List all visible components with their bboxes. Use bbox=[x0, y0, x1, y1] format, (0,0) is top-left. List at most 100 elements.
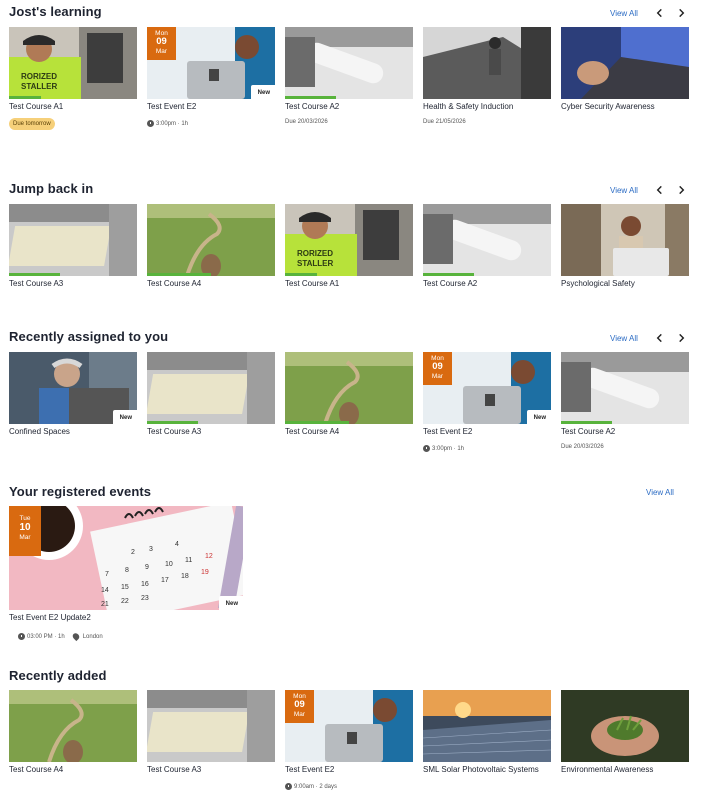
course-card[interactable]: New Confined Spaces bbox=[9, 352, 137, 436]
registered-event-card[interactable]: 234 7 8 9 10 11 12 14 15 16 17 18 19 21 22 23 Tue 10… bbox=[9, 506, 243, 642]
course-card[interactable]: Test Course A3 bbox=[147, 352, 275, 436]
section-title: Recently assigned to you bbox=[9, 329, 169, 344]
view-all-link[interactable]: View All bbox=[610, 9, 638, 18]
section-title: Jump back in bbox=[9, 181, 94, 196]
new-badge: New bbox=[526, 410, 551, 424]
due-badge: Due tomorrow bbox=[9, 118, 55, 130]
course-card[interactable]: Psychological Safety bbox=[561, 204, 689, 288]
course-card[interactable]: Test Course A2 bbox=[423, 204, 551, 288]
progress-bar bbox=[285, 421, 349, 424]
course-card[interactable]: SML Solar Photovoltaic Systems bbox=[423, 690, 551, 774]
card-title: Test Course A3 bbox=[9, 279, 64, 288]
event-time: 3:00pm · 1h bbox=[147, 120, 275, 127]
carousel-next-button[interactable] bbox=[674, 6, 688, 20]
course-thumbnail bbox=[561, 690, 689, 762]
svg-text:STALLER: STALLER bbox=[297, 259, 334, 268]
course-thumbnail bbox=[147, 204, 275, 276]
svg-text:8: 8 bbox=[125, 567, 129, 574]
card-title: Test Event E2 bbox=[423, 427, 473, 436]
section-title: Jost's learning bbox=[9, 4, 102, 19]
card-title: Test Event E2 Update2 bbox=[9, 613, 91, 622]
carousel-next-button[interactable] bbox=[674, 331, 688, 345]
svg-text:2: 2 bbox=[131, 549, 135, 556]
event-time-text: 3:00pm · 1h bbox=[432, 445, 465, 452]
card-title: Test Course A4 bbox=[147, 279, 202, 288]
date-chip: Mon 09 Mar bbox=[285, 690, 314, 723]
date-month: Mar bbox=[431, 372, 444, 380]
carousel-prev-button[interactable] bbox=[652, 6, 666, 20]
svg-text:RORIZED: RORIZED bbox=[297, 249, 333, 258]
new-badge: New bbox=[112, 410, 137, 424]
event-location: London bbox=[82, 633, 103, 640]
course-card[interactable]: Test Course A4 bbox=[9, 690, 137, 774]
course-thumbnail bbox=[9, 690, 137, 762]
progress-bar bbox=[285, 273, 317, 276]
progress-bar bbox=[285, 96, 336, 99]
date-chip: Mon 09 Mar bbox=[147, 27, 176, 60]
course-thumbnail bbox=[423, 204, 551, 276]
date-chip: Tue 10 Mar bbox=[9, 506, 41, 556]
progress-bar bbox=[9, 96, 41, 99]
course-thumbnail: RORIZED STALLER bbox=[285, 204, 413, 276]
new-badge: New bbox=[218, 596, 243, 610]
svg-text:3: 3 bbox=[149, 546, 153, 553]
svg-text:21: 21 bbox=[101, 601, 109, 608]
course-card[interactable]: Environmental Awareness bbox=[561, 690, 689, 774]
carousel-prev-button[interactable] bbox=[652, 183, 666, 197]
section-title: Your registered events bbox=[9, 484, 152, 499]
clock-icon bbox=[147, 120, 154, 127]
date-month: Mar bbox=[293, 710, 306, 718]
course-thumbnail bbox=[561, 352, 689, 424]
chevron-right-icon bbox=[678, 185, 684, 195]
svg-text:11: 11 bbox=[185, 557, 192, 564]
card-title: Test Event E2 bbox=[147, 102, 197, 111]
event-card[interactable]: Mon 09 Mar New Test Event E2 3:00pm · 1h bbox=[423, 352, 551, 452]
event-card[interactable]: Mon 09 Mar Test Event E2 9:00am · 2 days bbox=[285, 690, 413, 790]
course-thumbnail bbox=[285, 27, 413, 99]
card-title: Test Course A4 bbox=[9, 765, 64, 774]
event-thumbnail: Mon 09 Mar bbox=[285, 690, 413, 762]
svg-text:14: 14 bbox=[101, 587, 109, 594]
course-card[interactable]: Test Course A4 bbox=[147, 204, 275, 288]
chevron-right-icon bbox=[678, 333, 684, 343]
course-card[interactable]: Cyber Security Awareness bbox=[561, 27, 689, 111]
course-card[interactable]: Test Course A2 Due 20/03/2026 bbox=[561, 352, 689, 450]
view-all-link[interactable]: View All bbox=[610, 334, 638, 343]
card-title: Health & Safety Induction bbox=[423, 102, 514, 111]
svg-text:18: 18 bbox=[181, 573, 189, 580]
event-time-text: 9:00am · 2 days bbox=[294, 783, 338, 790]
card-title: Cyber Security Awareness bbox=[561, 102, 655, 111]
svg-text:STALLER: STALLER bbox=[21, 82, 58, 91]
svg-text:12: 12 bbox=[205, 553, 213, 560]
chevron-left-icon bbox=[656, 185, 662, 195]
chevron-right-icon bbox=[678, 8, 684, 18]
card-title: Psychological Safety bbox=[561, 279, 635, 288]
date-chip: Mon 09 Mar bbox=[423, 352, 452, 385]
course-thumbnail bbox=[561, 27, 689, 99]
view-all-link[interactable]: View All bbox=[610, 186, 638, 195]
card-title: Test Course A1 bbox=[9, 102, 64, 111]
course-card[interactable]: Test Course A3 bbox=[9, 204, 137, 288]
progress-bar bbox=[561, 421, 612, 424]
carousel-next-button[interactable] bbox=[674, 183, 688, 197]
svg-text:10: 10 bbox=[165, 561, 173, 568]
chevron-left-icon bbox=[656, 8, 662, 18]
course-card[interactable]: Test Course A2 Due 20/03/2026 bbox=[285, 27, 413, 125]
event-card[interactable]: Mon 09 Mar New Test Event E2 3:00pm · 1h bbox=[147, 27, 275, 127]
date-day: 09 bbox=[432, 361, 443, 373]
card-title: Test Course A2 bbox=[423, 279, 478, 288]
date-day: 10 bbox=[19, 522, 31, 534]
card-title: Test Course A2 bbox=[561, 427, 616, 436]
course-card[interactable]: RORIZED STALLER Test Course A1 Due tomorr… bbox=[9, 27, 137, 130]
svg-text:7: 7 bbox=[105, 571, 109, 578]
event-time-text: 3:00pm · 1h bbox=[156, 120, 189, 127]
location-pin-icon bbox=[71, 631, 81, 642]
course-card[interactable]: Test Course A4 bbox=[285, 352, 413, 436]
chevron-left-icon bbox=[656, 333, 662, 343]
course-card[interactable]: Test Course A3 bbox=[147, 690, 275, 774]
event-time-text: 03:00 PM · 1h bbox=[27, 633, 65, 640]
course-card[interactable]: Health & Safety Induction Due 21/05/2026 bbox=[423, 27, 551, 125]
carousel-prev-button[interactable] bbox=[652, 331, 666, 345]
view-all-link[interactable]: View All bbox=[646, 488, 674, 497]
course-card[interactable]: RORIZED STALLER Test Course A1 bbox=[285, 204, 413, 288]
